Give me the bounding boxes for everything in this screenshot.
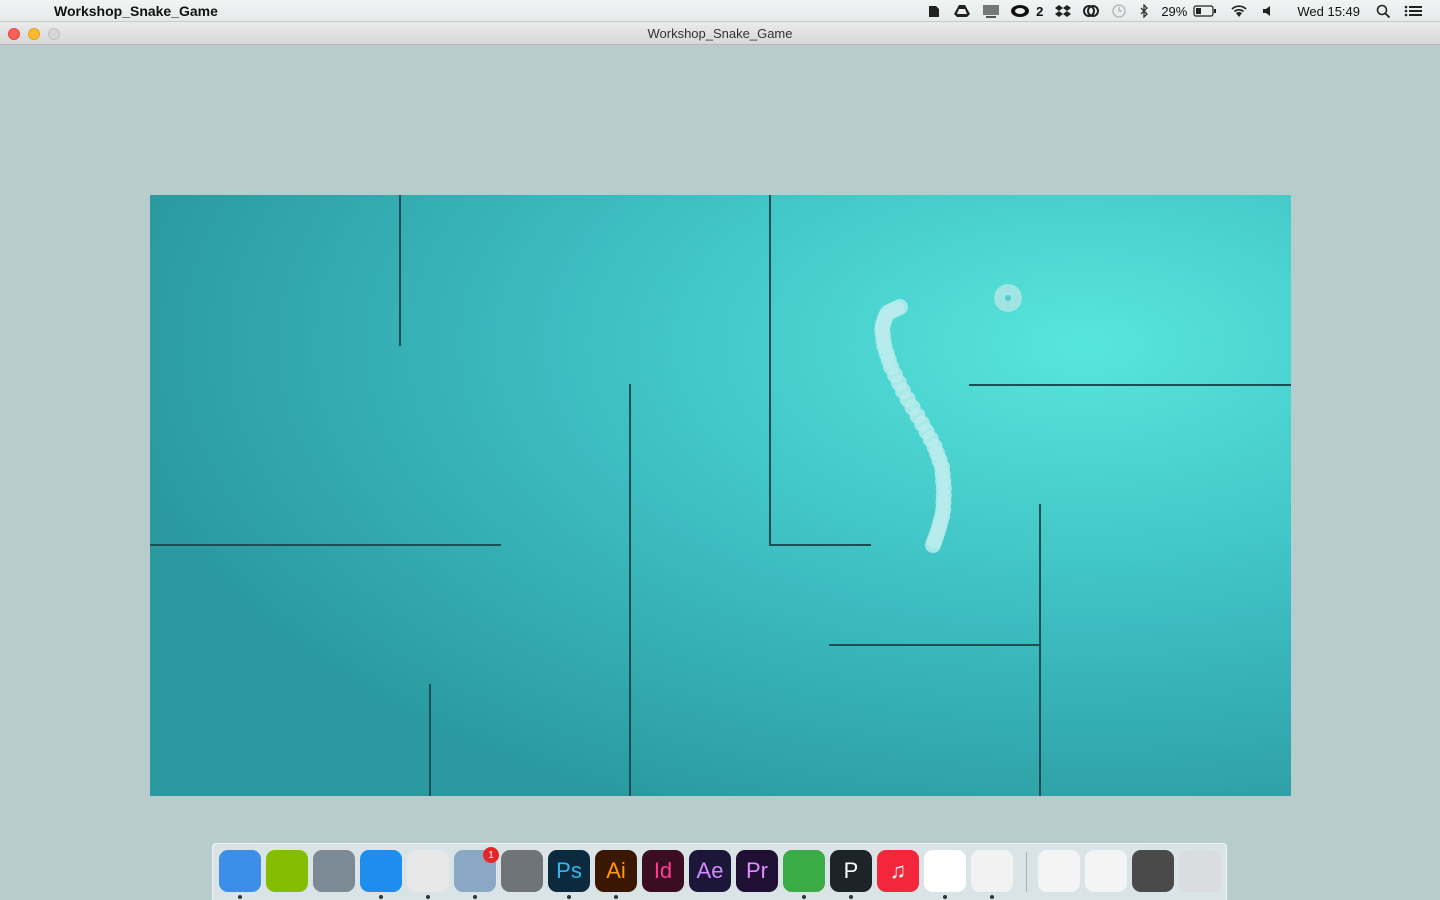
food-pellet: [994, 284, 1022, 312]
spotlight-search-icon[interactable]: [1376, 4, 1392, 19]
illustrator-icon[interactable]: Ai: [595, 850, 637, 892]
google-drive-icon[interactable]: [954, 4, 971, 18]
battery-percent: 29%: [1161, 3, 1188, 19]
documents-stack-icon[interactable]: [1085, 850, 1127, 892]
after-effects-label: Ae: [696, 858, 724, 883]
running-indicator: [943, 895, 947, 899]
dropbox-icon[interactable]: [1055, 4, 1072, 18]
evernote-icon[interactable]: [926, 4, 942, 18]
menu-bar: Workshop_Snake_Game 2 29% Wed 15:49: [0, 0, 1440, 22]
dock-separator: [1026, 852, 1027, 892]
volume-icon[interactable]: [1261, 4, 1277, 18]
time-machine-icon[interactable]: [1111, 4, 1127, 18]
running-indicator: [849, 895, 853, 899]
game-canvas[interactable]: [150, 195, 1291, 796]
photoshop-label: Ps: [556, 858, 582, 883]
sync-icon[interactable]: [1083, 4, 1100, 18]
premiere-label: Pr: [746, 858, 768, 883]
window-title-bar[interactable]: Workshop_Snake_Game: [0, 22, 1440, 45]
chrome-icon[interactable]: [407, 850, 449, 892]
window-title: Workshop_Snake_Game: [647, 26, 793, 41]
screenshots-stack-icon[interactable]: [1132, 850, 1174, 892]
notification-center-icon[interactable]: [1404, 4, 1422, 18]
trash-icon[interactable]: [1179, 850, 1221, 892]
system-preferences-icon[interactable]: [501, 850, 543, 892]
game-board[interactable]: [150, 195, 1291, 796]
display-icon[interactable]: [982, 4, 1000, 18]
running-indicator: [614, 895, 618, 899]
after-effects-icon[interactable]: Ae: [689, 850, 731, 892]
launchpad-icon[interactable]: [313, 850, 355, 892]
creative-cloud-count: 2: [1036, 3, 1044, 19]
p-app-icon[interactable]: P: [830, 850, 872, 892]
evernote-icon[interactable]: [783, 850, 825, 892]
indesign-icon[interactable]: Id: [642, 850, 684, 892]
illustrator-label: Ai: [606, 858, 626, 883]
wifi-icon[interactable]: [1229, 4, 1249, 18]
snake-segment: [925, 537, 941, 553]
food-pellet-center: [1005, 295, 1011, 301]
clock[interactable]: Wed 15:49: [1297, 4, 1360, 19]
dock: 1 Ps Ai Id Ae Pr P ♫: [212, 843, 1227, 900]
running-indicator: [426, 895, 430, 899]
p-app-label: P: [843, 858, 859, 883]
itunes-label: ♫: [889, 858, 907, 883]
running-indicator: [990, 895, 994, 899]
spotify-icon[interactable]: [266, 850, 308, 892]
app-menu-name[interactable]: Workshop_Snake_Game: [54, 3, 218, 19]
running-indicator: [379, 895, 383, 899]
finder-icon[interactable]: [219, 850, 261, 892]
preview-icon[interactable]: 1: [454, 847, 499, 892]
premiere-icon[interactable]: Pr: [736, 850, 778, 892]
downloads-stack-icon[interactable]: [1038, 850, 1080, 892]
safari-icon[interactable]: [360, 850, 402, 892]
photoshop-icon[interactable]: Ps: [548, 850, 590, 892]
game-field: [150, 195, 1291, 796]
running-indicator: [473, 895, 477, 899]
battery-icon[interactable]: [1193, 4, 1217, 18]
indesign-label: Id: [653, 858, 673, 883]
running-indicator: [802, 895, 806, 899]
java-icon[interactable]: [971, 850, 1013, 892]
running-indicator: [567, 895, 571, 899]
running-indicator: [238, 895, 242, 899]
bluetooth-icon[interactable]: [1139, 3, 1149, 19]
acrobat-icon[interactable]: [924, 850, 966, 892]
status-area: 2 29% Wed 15:49: [920, 0, 1440, 22]
creative-cloud-icon[interactable]: [1010, 4, 1030, 18]
itunes-icon[interactable]: ♫: [877, 850, 919, 892]
notification-badge: 1: [483, 847, 499, 863]
